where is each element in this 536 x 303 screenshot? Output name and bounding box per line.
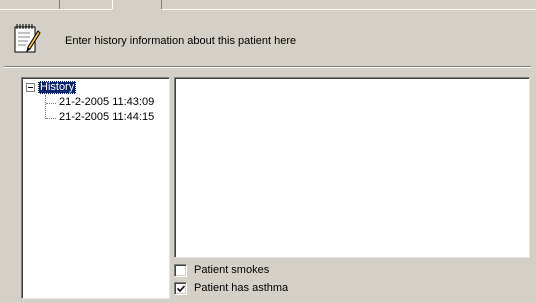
- tree-root-history[interactable]: History: [38, 81, 77, 94]
- asthma-checkbox[interactable]: [174, 281, 187, 295]
- tree-connector: [46, 103, 56, 104]
- header-instruction: Enter history information about this pat…: [65, 35, 297, 47]
- page-header: Enter history information about this pat…: [0, 14, 536, 66]
- history-detail-textarea[interactable]: [174, 77, 530, 258]
- tab-edge-line-right: [162, 9, 536, 10]
- tab-edge-line: [0, 9, 112, 10]
- tree-node-entry[interactable]: 21-2-2005 11:44:15: [59, 111, 154, 124]
- tab-active-right-edge[interactable]: [161, 0, 162, 9]
- header-separator-highlight: [4, 67, 531, 68]
- tree-node-entry[interactable]: 21-2-2005 11:43:09: [59, 96, 154, 109]
- tab-divider[interactable]: [59, 0, 60, 9]
- notepad-icon: [14, 24, 41, 53]
- tree-connector: [45, 95, 46, 119]
- asthma-checkbox-row[interactable]: Patient has asthma: [174, 281, 288, 295]
- tab-active-left-edge[interactable]: [112, 0, 113, 9]
- checkmark-icon: [177, 284, 185, 292]
- smokes-checkbox-row[interactable]: Patient smokes: [174, 263, 269, 277]
- asthma-label[interactable]: Patient has asthma: [194, 282, 288, 294]
- smokes-checkbox[interactable]: [174, 263, 187, 277]
- smokes-label[interactable]: Patient smokes: [194, 264, 269, 276]
- collapse-icon[interactable]: [26, 83, 35, 92]
- tab-strip: [0, 0, 536, 14]
- history-tree[interactable]: History 21-2-2005 11:43:09 21-2-2005 11:…: [21, 77, 170, 299]
- tree-connector: [46, 118, 56, 119]
